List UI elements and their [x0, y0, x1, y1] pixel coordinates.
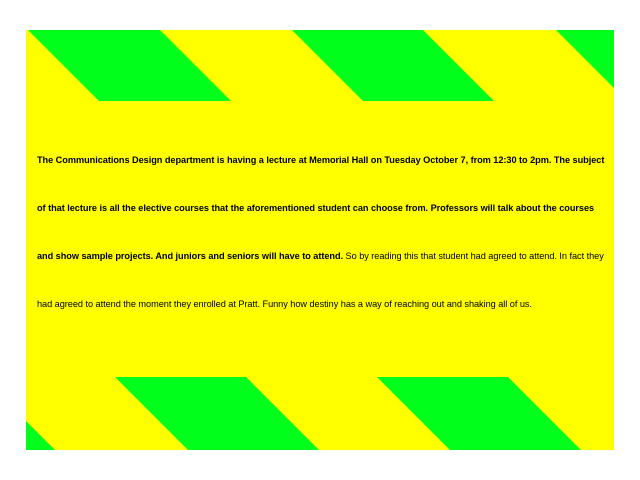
bottom-stripe-1	[26, 421, 55, 450]
top-stripe-1	[28, 30, 231, 101]
yellow-panel: The Communications Design department is …	[26, 30, 614, 450]
bottom-stripe-2	[115, 377, 319, 450]
top-stripe-3	[556, 30, 614, 88]
announcement-bold-text: The Communications Design department is …	[37, 155, 605, 261]
page: The Communications Design department is …	[0, 0, 640, 480]
bottom-stripe-3	[377, 377, 581, 450]
top-stripe-2	[292, 30, 494, 101]
lecture-announcement-text: The Communications Design department is …	[37, 136, 609, 328]
